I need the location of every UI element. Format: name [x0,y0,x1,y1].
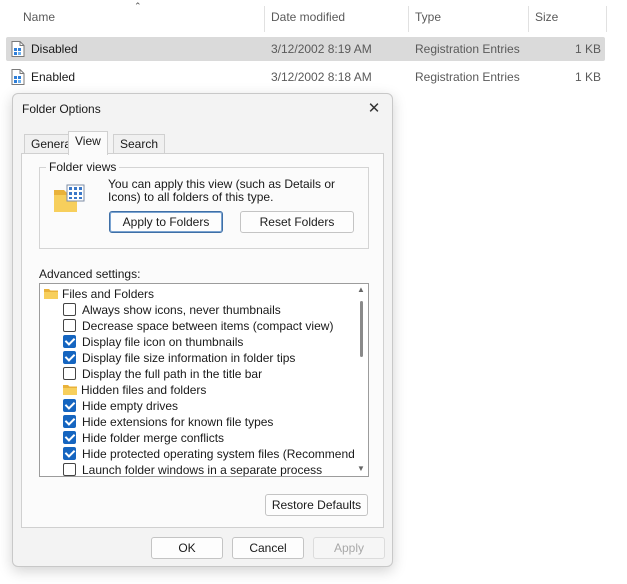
cancel-button[interactable]: Cancel [232,537,304,559]
column-header-size[interactable]: Size [529,0,558,34]
restore-defaults-button[interactable]: Restore Defaults [265,494,368,516]
checkbox[interactable] [63,447,76,460]
checkbox[interactable] [63,431,76,444]
ok-button[interactable]: OK [151,537,223,559]
column-header-name[interactable]: Name [17,0,55,34]
file-type: Registration Entries [415,42,520,56]
advanced-settings-label: Advanced settings: [39,267,141,281]
column-divider[interactable] [606,6,607,32]
setting-label: Display file icon on thumbnails [82,335,244,349]
close-button[interactable]: ✕ [362,98,386,120]
apply-button[interactable]: Apply [313,537,385,559]
dialog-title: Folder Options [22,102,101,116]
setting-hide-protected-os-files[interactable]: Hide protected operating system files (R… [63,446,369,462]
apply-to-folders-button[interactable]: Apply to Folders [109,211,223,233]
setting-label: Display the full path in the title bar [82,367,263,381]
advanced-settings-list[interactable]: Files and Folders Always show icons, nev… [39,283,369,477]
file-date-modified: 3/12/2002 8:18 AM [271,70,372,84]
category-label: Hidden files and folders [81,383,207,397]
setting-hide-merge-conflicts[interactable]: Hide folder merge conflicts [63,430,224,446]
setting-full-path-title-bar[interactable]: Display the full path in the title bar [63,366,262,382]
folder-options-dialog: Folder Options ✕ General View Search Fol… [12,93,393,567]
setting-file-icon-on-thumbnails[interactable]: Display file icon on thumbnails [63,334,243,350]
setting-label: Launch folder windows in a separate proc… [82,463,323,477]
tab-search[interactable]: Search [113,134,166,154]
setting-hide-extensions[interactable]: Hide extensions for known file types [63,414,273,430]
column-header-date[interactable]: Date modified [265,0,345,34]
file-name: Disabled [31,42,78,56]
reset-folders-button[interactable]: Reset Folders [240,211,354,233]
scroll-up-arrow-icon[interactable]: ▲ [357,286,365,294]
folder-views-group: Folder views You can apply this view (su… [39,160,369,249]
setting-label: Hide extensions for known file types [82,415,274,429]
checkbox[interactable] [63,367,76,380]
checkbox[interactable] [63,463,76,476]
folder-icon [63,385,77,395]
setting-compact-view[interactable]: Decrease space between items (compact vi… [63,318,333,334]
folder-views-description: You can apply this view (such as Details… [108,177,336,204]
folder-views-label: Folder views [46,160,120,174]
setting-label: Hide folder merge conflicts [82,431,225,445]
file-name: Enabled [31,70,76,84]
setting-file-size-in-tips[interactable]: Display file size information in folder … [63,350,295,366]
setting-label: Decrease space between items (compact vi… [82,319,334,333]
scroll-down-arrow-icon[interactable]: ▼ [357,465,365,473]
setting-label: Display file size information in folder … [82,351,296,365]
file-size: 1 KB [574,42,601,56]
file-row-disabled[interactable]: Disabled 3/12/2002 8:19 AM Registration … [6,37,605,61]
checkbox[interactable] [63,319,76,332]
checkbox[interactable] [63,335,76,348]
category-hidden-files-and-folders: Hidden files and folders [63,382,206,398]
checkbox[interactable] [63,399,76,412]
vertical-scrollbar[interactable]: ▲ ▼ [354,284,368,476]
setting-label: Hide protected operating system files (R… [82,447,369,461]
column-header-type[interactable]: Type [409,0,441,34]
scroll-thumb[interactable] [360,301,363,357]
file-type: Registration Entries [415,70,520,84]
registry-file-icon [11,41,25,57]
checkbox[interactable] [63,303,76,316]
setting-always-show-icons[interactable]: Always show icons, never thumbnails [63,302,281,318]
setting-hide-empty-drives[interactable]: Hide empty drives [63,398,178,414]
setting-label: Hide empty drives [82,399,179,413]
view-tab-panel: Folder views You can apply this view (su… [21,153,384,528]
file-list: ⌃ Name Date modified Type Size Disabled … [0,0,627,92]
folder-icon [44,289,58,299]
setting-label: Always show icons, never thumbnails [82,303,281,317]
file-size: 1 KB [574,70,601,84]
close-icon: ✕ [367,100,381,117]
checkbox[interactable] [63,415,76,428]
file-row-enabled[interactable]: Enabled 3/12/2002 8:18 AM Registration E… [6,65,605,89]
checkbox[interactable] [63,351,76,364]
file-date-modified: 3/12/2002 8:19 AM [271,42,372,56]
sort-ascending-icon: ⌃ [134,1,142,11]
folder-views-icon [54,184,85,212]
category-files-and-folders: Files and Folders [44,286,154,302]
column-header-bar: ⌃ Name Date modified Type Size [0,0,612,34]
tab-view[interactable]: View [68,131,108,155]
registry-file-icon [11,69,25,85]
category-label: Files and Folders [62,287,155,301]
setting-separate-process[interactable]: Launch folder windows in a separate proc… [63,462,323,477]
